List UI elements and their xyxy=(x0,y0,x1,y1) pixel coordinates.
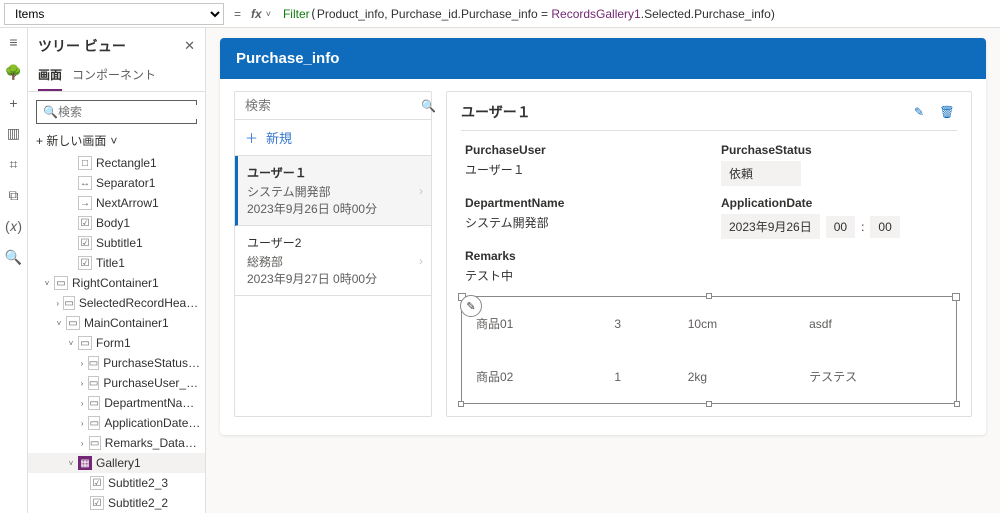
tree-node[interactable]: ☑Title1 xyxy=(28,253,205,273)
tree-node[interactable]: ›▭SelectedRecordHeaderContain xyxy=(28,293,205,313)
tree-node[interactable]: ☑Subtitle1 xyxy=(28,233,205,253)
chevron-right-icon: › xyxy=(419,254,423,268)
table-cell: テステス xyxy=(795,350,956,403)
records-gallery: 🔍 ＋ 新規 ユーザー１システム開発部2023年9月26日 0時00分›ユーザー… xyxy=(234,91,432,417)
tree-node[interactable]: →NextArrow1 xyxy=(28,193,205,213)
label-applicationdate: ApplicationDate xyxy=(721,196,953,210)
tree-node[interactable]: ›▭PurchaseUser_DataCa xyxy=(28,373,205,393)
label-purchasestatus: PurchaseStatus xyxy=(721,143,953,157)
list-item[interactable]: ユーザー2総務部2023年9月27日 0時00分› xyxy=(235,226,431,296)
value-appdate-mm: 00 xyxy=(870,216,899,238)
table-cell: asdf xyxy=(795,297,956,350)
equals-sign: = xyxy=(228,7,247,21)
tree-node[interactable]: ˅▦Gallery1 xyxy=(28,453,205,473)
rail-insert-icon[interactable]: + xyxy=(9,95,17,111)
table-cell: 商品01 xyxy=(462,297,600,350)
edit-icon[interactable]: ✎ xyxy=(909,102,929,122)
formula-input[interactable]: Filter(Product_info, Purchase_id.Purchas… xyxy=(277,7,1000,21)
label-purchaseuser: PurchaseUser xyxy=(465,143,697,157)
tree-title: ツリー ビュー xyxy=(38,36,184,56)
rail-menu-icon[interactable]: ≡ xyxy=(9,34,17,50)
table-row[interactable]: 商品0212kgテステス xyxy=(462,350,956,403)
property-dropdown[interactable]: Items xyxy=(4,3,224,25)
value-remarks: テスト中 xyxy=(465,267,953,284)
tree-node[interactable]: ›▭ApplicationDate_Data xyxy=(28,413,205,433)
table-cell: 商品02 xyxy=(462,350,600,403)
tree-node[interactable]: □Rectangle1 xyxy=(28,153,205,173)
gallery1-selection[interactable]: ✎ 商品01310cmasdf商品0212kgテステス xyxy=(461,296,957,404)
rail-search-icon[interactable]: 🔍 xyxy=(5,249,22,266)
canvas: Purchase_info 🔍 ＋ 新規 ユーザー１システム開発部2023年9月… xyxy=(206,28,1000,513)
label-departmentname: DepartmentName xyxy=(465,196,697,210)
value-applicationdate: 2023年9月26日 xyxy=(721,214,820,239)
gallery-edit-icon[interactable]: ✎ xyxy=(460,295,482,317)
detail-title: ユーザー１ xyxy=(461,102,901,122)
app-header: Purchase_info xyxy=(220,38,986,79)
table-cell: 1 xyxy=(600,350,673,403)
new-record-button[interactable]: ＋ 新規 xyxy=(235,120,431,156)
tree-node[interactable]: ↔Separator1 xyxy=(28,173,205,193)
formula-bar: Items = fx ˅ Filter(Product_info, Purcha… xyxy=(0,0,1000,28)
tab-screen[interactable]: 画面 xyxy=(38,62,62,91)
value-purchaseuser: ユーザー１ xyxy=(465,161,697,178)
rail-data-icon[interactable]: ▥ xyxy=(7,125,20,142)
tree-search[interactable]: 🔍 xyxy=(36,100,197,124)
label-remarks: Remarks xyxy=(465,249,953,263)
rail-flows-icon[interactable]: ⧉ xyxy=(9,187,19,204)
tree-node[interactable]: ☑Subtitle2_3 xyxy=(28,473,205,493)
value-purchasestatus: 依頼 xyxy=(721,161,801,186)
tree-node[interactable]: ˅▭MainContainer1 xyxy=(28,313,205,333)
tree-node[interactable]: ˅▭RightContainer1 xyxy=(28,273,205,293)
rail-media-icon[interactable]: ⌗ xyxy=(10,156,18,173)
value-appdate-hh: 00 xyxy=(826,216,855,238)
new-screen-button[interactable]: + 新しい画面 ˅ xyxy=(28,128,205,153)
close-icon[interactable]: ✕ xyxy=(184,38,195,54)
rail-vars-icon[interactable]: (𝑥) xyxy=(5,218,22,235)
chevron-right-icon: › xyxy=(419,184,423,198)
table-cell: 2kg xyxy=(674,350,795,403)
left-rail: ≡ 🌳 + ▥ ⌗ ⧉ (𝑥) 🔍 xyxy=(0,28,28,513)
tree-node[interactable]: ˅▭Form1 xyxy=(28,333,205,353)
fx-chevron-icon[interactable]: ˅ xyxy=(266,9,277,19)
tree-node[interactable]: ☑Body1 xyxy=(28,213,205,233)
colon: : xyxy=(861,220,864,234)
plus-icon: ＋ xyxy=(245,128,258,147)
chevron-down-icon: ˅ xyxy=(110,134,117,148)
tree-view-panel: ツリー ビュー ✕ 画面 コンポーネント 🔍 + 新しい画面 ˅ □Rectan… xyxy=(28,28,206,513)
list-item[interactable]: ユーザー１システム開発部2023年9月26日 0時00分› xyxy=(235,156,431,226)
fx-label[interactable]: fx xyxy=(247,7,266,21)
table-cell: 10cm xyxy=(674,297,795,350)
value-departmentname: システム開発部 xyxy=(465,214,697,231)
tree-node[interactable]: ›▭Remarks_DataCard1 xyxy=(28,433,205,453)
tree-search-input[interactable] xyxy=(58,105,206,119)
table-cell: 3 xyxy=(600,297,673,350)
gallery-search-input[interactable] xyxy=(245,98,421,113)
delete-icon[interactable]: 🗑 xyxy=(937,102,957,122)
detail-form: ユーザー１ ✎ 🗑 PurchaseUser ユーザー１ PurchaseSta… xyxy=(446,91,972,417)
table-row[interactable]: 商品01310cmasdf xyxy=(462,297,956,350)
rail-tree-icon[interactable]: 🌳 xyxy=(5,64,22,81)
tree-list: □Rectangle1↔Separator1→NextArrow1☑Body1☑… xyxy=(28,153,205,513)
tree-node[interactable]: ☑Subtitle2_2 xyxy=(28,493,205,513)
tree-node[interactable]: ›▭DepartmentName_Da xyxy=(28,393,205,413)
search-icon: 🔍 xyxy=(43,105,58,119)
tree-node[interactable]: ›▭PurchaseStatus_DataC xyxy=(28,353,205,373)
search-icon[interactable]: 🔍 xyxy=(421,99,436,113)
tab-components[interactable]: コンポーネント xyxy=(72,62,156,91)
